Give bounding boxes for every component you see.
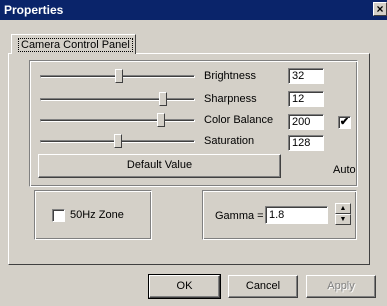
default-value-button[interactable]: Default Value	[38, 154, 281, 178]
brightness-label: Brightness	[204, 70, 256, 82]
ok-button[interactable]: OK	[148, 274, 221, 299]
color-balance-slider-thumb[interactable]	[157, 113, 165, 127]
auto-checkbox[interactable]: ✔	[338, 116, 351, 129]
cancel-button[interactable]: Cancel	[228, 275, 298, 298]
saturation-value-field[interactable]: 128	[288, 135, 324, 151]
apply-button[interactable]: Apply	[306, 275, 376, 298]
gamma-down-button[interactable]: ▼	[335, 214, 351, 225]
color-balance-label: Color Balance	[204, 114, 274, 126]
sharpness-slider-track[interactable]	[40, 98, 195, 101]
hz-zone-checkbox[interactable]	[52, 209, 65, 222]
gamma-label: Gamma =	[215, 210, 264, 222]
brightness-value-field[interactable]: 32	[288, 68, 324, 84]
auto-label: Auto	[333, 164, 356, 176]
color-balance-value-field[interactable]: 200	[288, 114, 324, 130]
tab-camera-control-panel[interactable]: Camera Control Panel	[11, 34, 136, 54]
sharpness-label: Sharpness	[204, 93, 257, 105]
close-button[interactable]: ×	[373, 2, 387, 16]
gamma-value-field[interactable]: 1.8	[265, 206, 328, 224]
sharpness-value-field[interactable]: 12	[288, 91, 324, 107]
window-title: Properties	[4, 3, 64, 17]
gamma-up-button[interactable]: ▲	[335, 203, 351, 214]
saturation-slider-thumb[interactable]	[114, 134, 122, 148]
tab-label: Camera Control Panel	[18, 38, 133, 52]
saturation-label: Saturation	[204, 135, 255, 147]
hz-zone-label: 50Hz Zone	[70, 209, 124, 221]
sharpness-slider-thumb[interactable]	[159, 92, 167, 106]
brightness-slider-thumb[interactable]	[115, 69, 123, 83]
title-bar: Properties ×	[0, 0, 387, 20]
color-balance-slider-track[interactable]	[40, 119, 195, 122]
